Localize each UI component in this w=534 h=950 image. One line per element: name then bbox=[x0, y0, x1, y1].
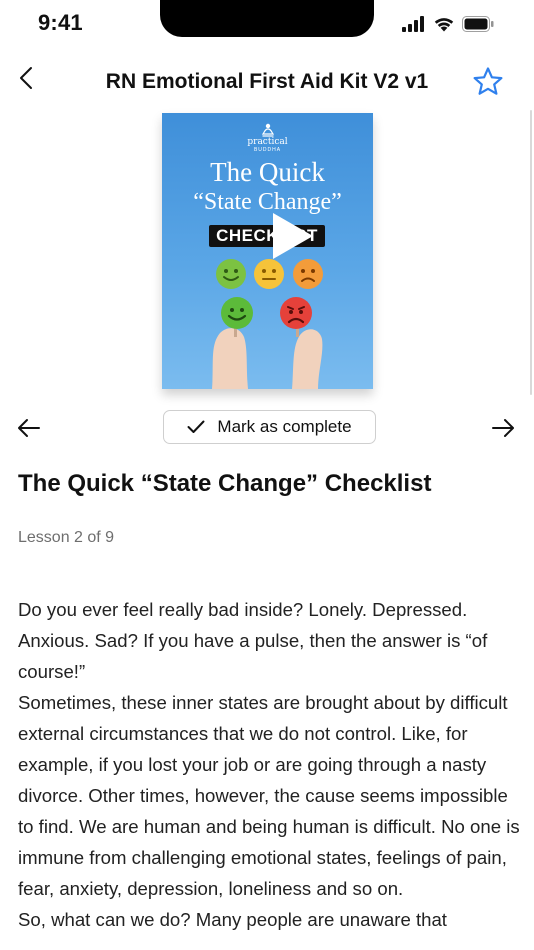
chevron-left-icon bbox=[20, 67, 32, 89]
checkmark-icon bbox=[187, 420, 205, 433]
frowning-face-sign-icon bbox=[280, 297, 312, 329]
back-button[interactable] bbox=[12, 62, 40, 94]
lesson-title: The Quick “State Change” Checklist bbox=[18, 470, 432, 497]
star-icon bbox=[473, 67, 503, 95]
lesson-paragraph: So, what can we do? Many people are unaw… bbox=[18, 909, 447, 930]
status-bar: 9:41 bbox=[0, 0, 534, 50]
hands-illustration bbox=[212, 327, 323, 389]
next-lesson-button[interactable] bbox=[491, 417, 515, 439]
smiling-face-sign-icon bbox=[221, 297, 253, 329]
lesson-paragraph: Do you ever feel really bad inside? Lone… bbox=[18, 599, 488, 682]
lesson-video[interactable]: practical BUDDHA The Quick “State Change… bbox=[162, 113, 373, 389]
nav-bar: RN Emotional First Aid Kit V2 v1 bbox=[0, 54, 534, 112]
status-time: 9:41 bbox=[38, 10, 83, 35]
previous-lesson-button[interactable] bbox=[17, 417, 41, 439]
play-icon[interactable] bbox=[269, 211, 315, 261]
arrow-left-icon bbox=[18, 419, 40, 437]
favorite-button[interactable] bbox=[472, 66, 504, 98]
mark-complete-button[interactable]: Mark as complete bbox=[163, 410, 376, 444]
lesson-paragraph: Sometimes, these inner states are brough… bbox=[18, 692, 520, 899]
wifi-icon bbox=[434, 18, 454, 32]
cellular-signal-icon bbox=[402, 16, 424, 32]
page-title: RN Emotional First Aid Kit V2 v1 bbox=[105, 70, 429, 93]
lesson-body: Do you ever feel really bad inside? Lone… bbox=[18, 594, 523, 935]
status-icons bbox=[402, 16, 494, 32]
scroll-indicator[interactable] bbox=[530, 110, 532, 395]
battery-icon bbox=[462, 16, 494, 32]
arrow-right-icon bbox=[492, 419, 514, 437]
device-notch bbox=[160, 0, 374, 37]
lesson-progress: Lesson 2 of 9 bbox=[18, 529, 115, 546]
mark-complete-label: Mark as complete bbox=[217, 417, 352, 436]
